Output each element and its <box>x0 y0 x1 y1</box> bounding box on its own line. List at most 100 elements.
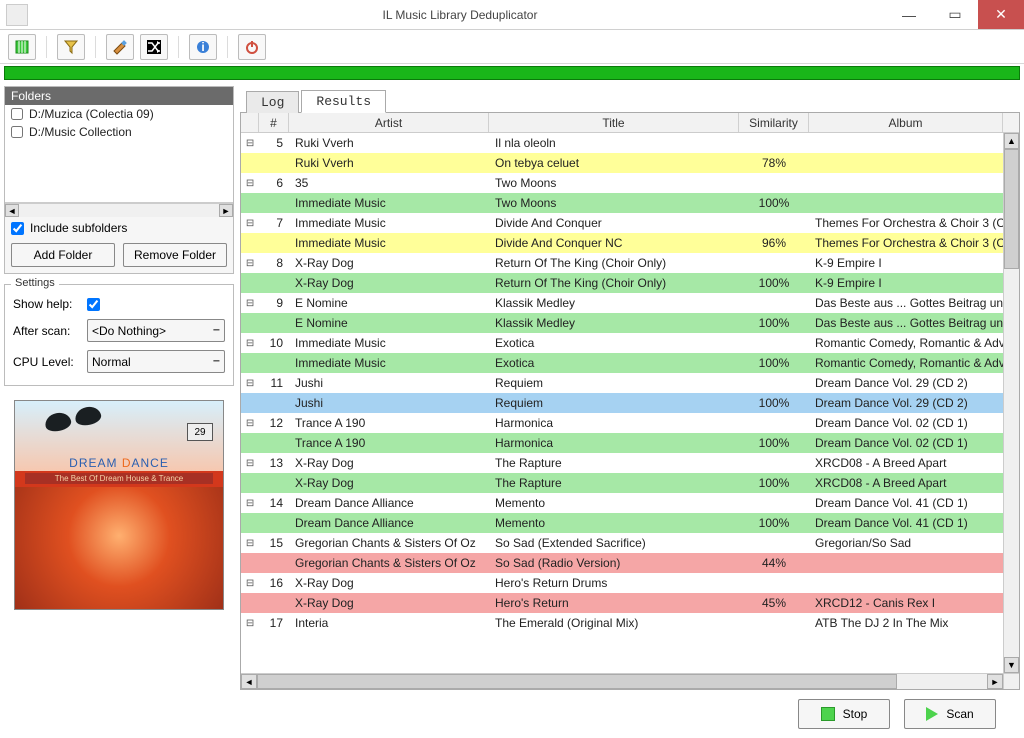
maximize-button[interactable]: ▭ <box>932 0 978 29</box>
cell-album: Dream Dance Vol. 41 (CD 1) <box>809 513 1019 533</box>
toolbar-separator <box>178 36 179 58</box>
funnel-icon[interactable] <box>57 34 85 60</box>
expand-icon[interactable] <box>241 153 259 173</box>
scroll-down-icon[interactable]: ▼ <box>1004 657 1019 673</box>
cpu-level-combo[interactable]: Normal🗕 <box>87 350 225 373</box>
cell-artist: Ruki Vverh <box>289 133 489 153</box>
table-row[interactable]: ⊟7Immediate MusicDivide And ConquerTheme… <box>241 213 1019 233</box>
remove-folder-button[interactable]: Remove Folder <box>123 243 227 267</box>
expand-icon[interactable] <box>241 473 259 493</box>
expand-icon[interactable] <box>241 353 259 373</box>
expand-icon[interactable]: ⊟ <box>241 613 259 633</box>
table-row[interactable]: X-Ray DogHero's Return45%XRCD12 - Canis … <box>241 593 1019 613</box>
scroll-up-icon[interactable]: ▲ <box>1004 133 1019 149</box>
cell-artist: Interia <box>289 613 489 633</box>
col-number[interactable]: # <box>259 113 289 132</box>
expand-icon[interactable]: ⊟ <box>241 253 259 273</box>
table-row[interactable]: Dream Dance AllianceMemento100%Dream Dan… <box>241 513 1019 533</box>
after-scan-combo[interactable]: <Do Nothing>🗕 <box>87 319 225 342</box>
expand-icon[interactable]: ⊟ <box>241 333 259 353</box>
expand-icon[interactable] <box>241 553 259 573</box>
shuffle-icon[interactable] <box>140 34 168 60</box>
toolbar-button-1[interactable] <box>8 34 36 60</box>
table-row[interactable]: Immediate MusicExotica100%Romantic Comed… <box>241 353 1019 373</box>
power-icon[interactable] <box>238 34 266 60</box>
expand-icon[interactable]: ⊟ <box>241 173 259 193</box>
table-row[interactable]: ⊟10Immediate MusicExoticaRomantic Comedy… <box>241 333 1019 353</box>
table-row[interactable]: X-Ray DogReturn Of The King (Choir Only)… <box>241 273 1019 293</box>
brush-icon[interactable] <box>106 34 134 60</box>
table-row[interactable]: ⊟16X-Ray DogHero's Return Drums <box>241 573 1019 593</box>
table-row[interactable]: X-Ray DogThe Rapture100%XRCD08 - A Breed… <box>241 473 1019 493</box>
stop-button[interactable]: Stop <box>798 699 890 729</box>
table-row[interactable]: Ruki VverhOn tebya celuet78% <box>241 153 1019 173</box>
table-row[interactable]: ⊟15Gregorian Chants & Sisters Of OzSo Sa… <box>241 533 1019 553</box>
table-row[interactable]: E NomineKlassik Medley100%Das Beste aus … <box>241 313 1019 333</box>
table-row[interactable]: Trance A 190Harmonica100%Dream Dance Vol… <box>241 433 1019 453</box>
table-row[interactable]: Immediate MusicTwo Moons100% <box>241 193 1019 213</box>
vertical-scrollbar[interactable]: ▲ ▼ <box>1003 133 1019 673</box>
cell-album: K-9 Empire I <box>809 273 1019 293</box>
col-title[interactable]: Title <box>489 113 739 132</box>
expand-icon[interactable] <box>241 593 259 613</box>
expand-icon[interactable]: ⊟ <box>241 533 259 553</box>
tab-results[interactable]: Results <box>301 90 386 113</box>
table-row[interactable]: ⊟12Trance A 190HarmonicaDream Dance Vol.… <box>241 413 1019 433</box>
scroll-right-icon[interactable]: ► <box>987 674 1003 689</box>
folder-item[interactable]: D:/Muzica (Colectia 09) <box>5 105 233 123</box>
expand-icon[interactable]: ⊟ <box>241 373 259 393</box>
expand-icon[interactable] <box>241 393 259 413</box>
table-row[interactable]: ⊟13X-Ray DogThe RaptureXRCD08 - A Breed … <box>241 453 1019 473</box>
scan-button[interactable]: Scan <box>904 699 996 729</box>
expand-icon[interactable]: ⊟ <box>241 453 259 473</box>
expand-icon[interactable] <box>241 273 259 293</box>
expand-icon[interactable] <box>241 193 259 213</box>
expand-icon[interactable]: ⊟ <box>241 493 259 513</box>
hscroll-thumb[interactable] <box>257 674 897 689</box>
table-row[interactable]: ⊟8X-Ray DogReturn Of The King (Choir Onl… <box>241 253 1019 273</box>
cell-title: Memento <box>489 493 739 513</box>
col-expand[interactable] <box>241 113 259 132</box>
folders-title: Folders <box>5 87 233 105</box>
expand-icon[interactable] <box>241 513 259 533</box>
expand-icon[interactable]: ⊟ <box>241 133 259 153</box>
expand-icon[interactable]: ⊟ <box>241 413 259 433</box>
minimize-button[interactable]: — <box>886 0 932 29</box>
col-artist[interactable]: Artist <box>289 113 489 132</box>
expand-icon[interactable]: ⊟ <box>241 213 259 233</box>
show-help-checkbox[interactable] <box>87 298 100 311</box>
horizontal-scrollbar[interactable]: ◄ ► <box>241 673 1019 689</box>
table-row[interactable]: ⊟635Two Moons <box>241 173 1019 193</box>
cell-similarity: 44% <box>739 553 809 573</box>
folder-item[interactable]: D:/Music Collection <box>5 123 233 141</box>
table-row[interactable]: JushiRequiem100%Dream Dance Vol. 29 (CD … <box>241 393 1019 413</box>
folder-checkbox[interactable] <box>11 126 23 138</box>
table-row[interactable]: ⊟17InteriaThe Emerald (Original Mix)ATB … <box>241 613 1019 633</box>
col-album[interactable]: Album <box>809 113 1003 132</box>
table-row[interactable]: ⊟5Ruki VverhIl nla oleoln <box>241 133 1019 153</box>
expand-icon[interactable] <box>241 433 259 453</box>
scroll-left-icon[interactable]: ◄ <box>241 674 257 689</box>
table-row[interactable]: Gregorian Chants & Sisters Of OzSo Sad (… <box>241 553 1019 573</box>
table-row[interactable]: ⊟14Dream Dance AllianceMementoDream Danc… <box>241 493 1019 513</box>
expand-icon[interactable]: ⊟ <box>241 573 259 593</box>
info-icon[interactable]: i <box>189 34 217 60</box>
cell-artist: Ruki Vverh <box>289 153 489 173</box>
table-body[interactable]: ⊟5Ruki VverhIl nla oleolnRuki VverhOn te… <box>241 133 1019 673</box>
expand-icon[interactable] <box>241 233 259 253</box>
folders-hscroll[interactable]: ◄► <box>5 203 233 217</box>
cell-album: Das Beste aus ... Gottes Beitrag und Teu… <box>809 313 1019 333</box>
folder-checkbox[interactable] <box>11 108 23 120</box>
folders-list[interactable]: D:/Muzica (Colectia 09) D:/Music Collect… <box>5 105 233 203</box>
expand-icon[interactable] <box>241 313 259 333</box>
tab-log[interactable]: Log <box>246 91 299 113</box>
table-row[interactable]: ⊟11JushiRequiemDream Dance Vol. 29 (CD 2… <box>241 373 1019 393</box>
add-folder-button[interactable]: Add Folder <box>11 243 115 267</box>
expand-icon[interactable]: ⊟ <box>241 293 259 313</box>
col-similarity[interactable]: Similarity <box>739 113 809 132</box>
table-row[interactable]: Immediate MusicDivide And Conquer NC96%T… <box>241 233 1019 253</box>
close-button[interactable]: ✕ <box>978 0 1024 29</box>
include-subfolders-checkbox[interactable] <box>11 222 24 235</box>
scroll-thumb[interactable] <box>1004 149 1019 269</box>
table-row[interactable]: ⊟9E NomineKlassik MedleyDas Beste aus ..… <box>241 293 1019 313</box>
